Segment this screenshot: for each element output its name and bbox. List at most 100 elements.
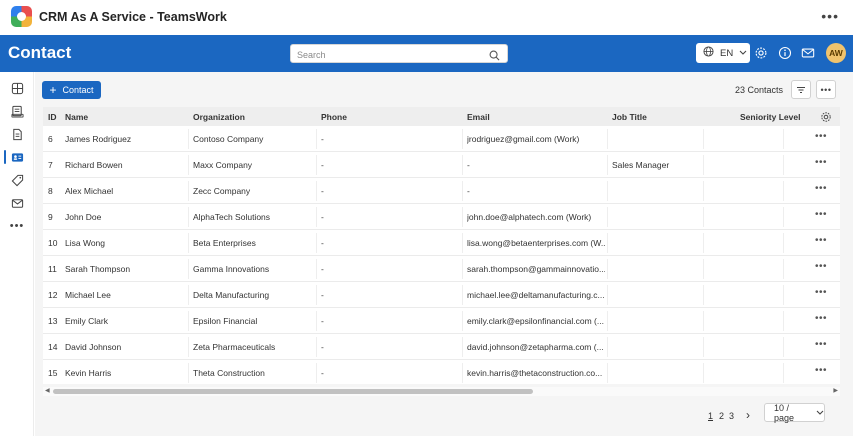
cell-phone: - xyxy=(321,238,324,248)
column-header-email[interactable]: Email xyxy=(467,112,490,122)
column-divider xyxy=(462,129,463,149)
row-more-icon[interactable]: ••• xyxy=(815,178,827,204)
column-divider xyxy=(703,207,704,227)
nav-contacts-icon[interactable] xyxy=(0,146,34,168)
row-more-icon[interactable]: ••• xyxy=(815,334,827,360)
column-header-phone[interactable]: Phone xyxy=(321,112,347,122)
column-divider xyxy=(316,233,317,253)
table-row[interactable]: 9 John Doe AlphaTech Solutions - john.doe@al… xyxy=(43,204,840,230)
nav-documents-icon[interactable] xyxy=(0,123,34,145)
column-divider xyxy=(607,233,608,253)
filter-button[interactable] xyxy=(791,80,811,99)
scroll-right-icon[interactable]: ▶ xyxy=(833,387,838,396)
cell-email: emily.clark@epsilonfinancial.com (... xyxy=(467,316,604,326)
more-options-icon[interactable]: ••• xyxy=(821,8,839,24)
column-header-seniority-level[interactable]: Seniority Level xyxy=(740,112,800,122)
row-more-icon[interactable]: ••• xyxy=(815,360,827,384)
table-row[interactable]: 14 David Johnson Zeta Pharmaceuticals - davi… xyxy=(43,334,840,360)
column-divider xyxy=(783,285,784,305)
cell-id: 8 xyxy=(48,186,53,196)
page-3[interactable]: 3 xyxy=(729,411,734,421)
cell-job-title xyxy=(612,178,700,204)
column-divider xyxy=(783,259,784,279)
row-more-icon[interactable]: ••• xyxy=(815,126,827,152)
add-contact-button[interactable]: + Contact xyxy=(42,81,101,99)
nav-tags-icon[interactable] xyxy=(0,169,34,191)
nav-more-icon[interactable]: ••• xyxy=(0,215,34,237)
search-input[interactable] xyxy=(297,46,482,64)
cell-phone: - xyxy=(321,186,324,196)
cell-organization: Zecc Company xyxy=(193,186,251,196)
column-header-job-title[interactable]: Job Title xyxy=(612,112,647,122)
table-more-button[interactable]: ••• xyxy=(816,80,836,99)
row-more-icon[interactable]: ••• xyxy=(815,308,827,334)
page-1[interactable]: 1 xyxy=(708,411,713,421)
cell-name: Emily Clark xyxy=(65,316,108,326)
row-more-icon[interactable]: ••• xyxy=(815,256,827,282)
column-divider xyxy=(703,233,704,253)
column-divider xyxy=(188,155,189,175)
table-row[interactable]: 11 Sarah Thompson Gamma Innovations - sarah.… xyxy=(43,256,840,282)
cell-email: jrodriguez@gmail.com (Work) xyxy=(467,134,580,144)
column-divider xyxy=(703,363,704,383)
nav-dashboard-icon[interactable] xyxy=(0,77,34,99)
column-divider xyxy=(316,337,317,357)
column-divider xyxy=(783,181,784,201)
row-more-icon[interactable]: ••• xyxy=(815,152,827,178)
column-divider xyxy=(462,259,463,279)
table-row[interactable]: 8 Alex Michael Zecc Company - - ••• xyxy=(43,178,840,204)
column-header-id[interactable]: ID xyxy=(48,112,57,122)
column-divider xyxy=(703,285,704,305)
column-divider xyxy=(462,363,463,383)
title-bar: CRM As A Service - TeamsWork ••• xyxy=(0,0,853,35)
language-selector[interactable]: EN xyxy=(696,43,750,63)
horizontal-scrollbar[interactable]: ◀ ▶ xyxy=(43,387,840,396)
column-divider xyxy=(316,363,317,383)
table-row[interactable]: 6 James Rodriguez Contoso Company - jrodrigu… xyxy=(43,126,840,152)
column-divider xyxy=(607,337,608,357)
column-divider xyxy=(462,337,463,357)
cell-organization: Zeta Pharmaceuticals xyxy=(193,342,276,352)
row-more-icon[interactable]: ••• xyxy=(815,230,827,256)
column-header-organization[interactable]: Organization xyxy=(193,112,245,122)
nav-accounts-icon[interactable] xyxy=(0,100,34,122)
cell-phone: - xyxy=(321,368,324,378)
column-divider xyxy=(462,233,463,253)
info-icon[interactable] xyxy=(778,46,794,62)
filter-icon xyxy=(797,86,805,93)
row-more-icon[interactable]: ••• xyxy=(815,204,827,230)
column-divider xyxy=(703,337,704,357)
cell-id: 9 xyxy=(48,212,53,222)
column-divider xyxy=(607,181,608,201)
column-divider xyxy=(703,129,704,149)
page-size-select[interactable]: 10 / page xyxy=(764,403,825,423)
scrollbar-thumb[interactable] xyxy=(53,389,533,394)
page-2[interactable]: 2 xyxy=(719,411,724,421)
column-divider xyxy=(316,311,317,331)
table-row[interactable]: 10 Lisa Wong Beta Enterprises - lisa.wong@be… xyxy=(43,230,840,256)
table-row[interactable]: 12 Michael Lee Delta Manufacturing - michael… xyxy=(43,282,840,308)
cell-organization: Theta Construction xyxy=(193,368,265,378)
cell-organization: Delta Manufacturing xyxy=(193,290,270,300)
cell-email: michael.lee@deltamanufacturing.c... xyxy=(467,290,605,300)
table-row[interactable]: 7 Richard Bowen Maxx Company - - Sales Manage… xyxy=(43,152,840,178)
nav-mail-icon[interactable] xyxy=(0,192,34,214)
avatar[interactable]: AW xyxy=(826,43,846,63)
column-divider xyxy=(188,337,189,357)
cell-email: - xyxy=(467,160,470,170)
column-divider xyxy=(316,155,317,175)
table-row[interactable]: 15 Kevin Harris Theta Construction - kevin.h… xyxy=(43,360,840,384)
column-header-name[interactable]: Name xyxy=(65,112,88,122)
next-page-icon[interactable]: › xyxy=(746,408,750,422)
column-divider xyxy=(462,181,463,201)
table-row[interactable]: 13 Emily Clark Epsilon Financial - emily.cla… xyxy=(43,308,840,334)
settings-gear-icon[interactable] xyxy=(754,46,770,62)
cell-phone: - xyxy=(321,212,324,222)
scroll-left-icon[interactable]: ◀ xyxy=(45,387,50,396)
row-more-icon[interactable]: ••• xyxy=(815,282,827,308)
search-box[interactable] xyxy=(290,44,508,66)
search-icon[interactable] xyxy=(489,48,500,66)
column-divider xyxy=(607,207,608,227)
mail-icon[interactable] xyxy=(801,46,817,62)
column-divider xyxy=(783,155,784,175)
